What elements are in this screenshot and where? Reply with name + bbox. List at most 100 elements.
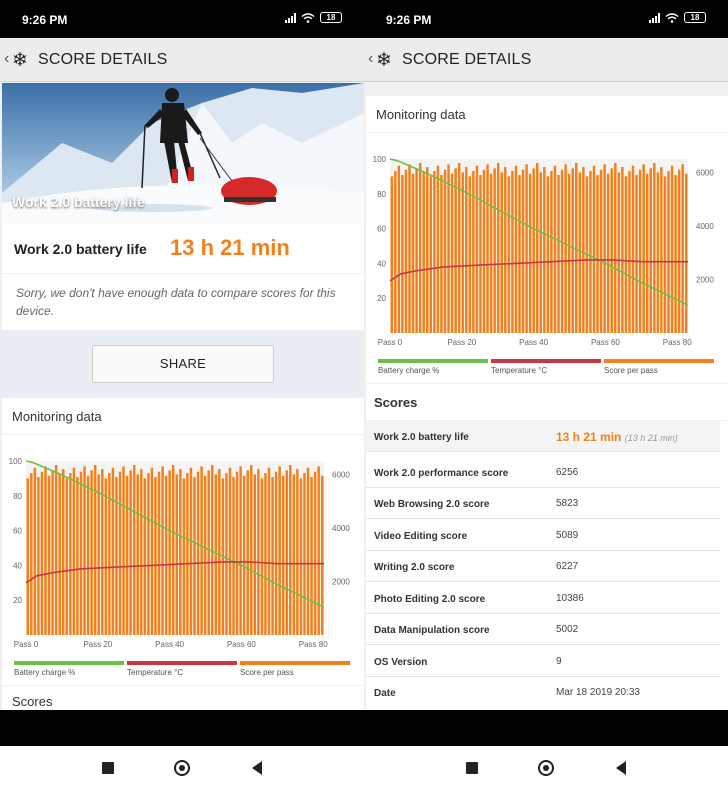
legend-label: Score per pass: [240, 668, 294, 677]
score-bar: [489, 173, 493, 333]
hero-image: Work 2.0 battery life: [2, 83, 364, 223]
wifi-icon: [665, 12, 679, 23]
score-bar: [511, 171, 514, 333]
score-bar: [292, 474, 296, 635]
home-circle-icon[interactable]: [538, 760, 554, 776]
score-bar: [200, 466, 203, 635]
score-bar: [670, 165, 674, 333]
score-bar: [677, 169, 681, 333]
score-row: Date Mar 18 2019 20:33: [366, 677, 720, 708]
score-bar: [154, 477, 157, 635]
score-bar: [426, 167, 429, 333]
score-bar: [599, 169, 603, 333]
scores-title: Scores: [12, 694, 53, 709]
score-bar: [147, 473, 150, 635]
back-chevron-icon[interactable]: ‹: [4, 50, 9, 68]
score-bar: [493, 168, 496, 333]
recents-square-icon[interactable]: [466, 762, 478, 774]
score-bar: [642, 164, 645, 333]
status-bar: 9:26 PM 18: [0, 0, 364, 38]
recents-square-icon[interactable]: [102, 762, 114, 774]
system-nav-bar: [0, 710, 728, 790]
page-title: SCORE DETAILS: [38, 51, 168, 68]
score-bar: [271, 477, 274, 635]
score-bar: [189, 467, 193, 635]
legend-swatch: [240, 661, 350, 665]
score-bar: [603, 164, 606, 333]
score-bar: [168, 470, 171, 635]
scores-header: Scores: [366, 384, 728, 420]
score-bar: [394, 171, 397, 333]
y-right-tick: 6000: [696, 168, 714, 177]
battery-icon: 18: [320, 12, 342, 23]
score-bar: [175, 474, 179, 635]
compare-note-card: Sorry, we don't have enough data to comp…: [2, 274, 364, 330]
score-bar: [504, 167, 507, 333]
score-bar: [111, 467, 115, 635]
scores-table: Work 2.0 battery life 13 h 21 min (13 h …: [366, 421, 728, 710]
score-key: Video Editing score: [374, 531, 468, 542]
y-right-tick: 2000: [332, 577, 350, 586]
score-value: 13 h 21 min (13 h 21 min): [556, 430, 678, 444]
status-icons: 18: [649, 12, 706, 23]
score-bar: [161, 466, 164, 635]
score-bar: [44, 466, 47, 635]
score-bar: [150, 467, 154, 635]
x-tick: Pass 60: [591, 338, 620, 347]
y-left-tick: 40: [13, 561, 22, 570]
score-bar: [610, 168, 613, 333]
score-bar: [450, 173, 454, 333]
score-bar: [72, 467, 76, 635]
y-right-tick: 2000: [696, 275, 714, 284]
score-bar: [310, 477, 313, 635]
score-value: 5089: [556, 530, 579, 541]
battery-life-label: Work 2.0 battery life: [14, 241, 147, 257]
score-bar: [37, 477, 40, 635]
score-bar: [567, 173, 571, 333]
compare-note: Sorry, we don't have enough data to comp…: [16, 286, 336, 318]
score-bar: [257, 469, 260, 635]
score-bar: [86, 475, 90, 635]
score-bar: [468, 176, 472, 333]
x-tick: Pass 40: [519, 338, 548, 347]
score-bar: [571, 168, 574, 333]
score-bar: [645, 173, 649, 333]
score-bar: [214, 474, 218, 635]
score-row: Video Editing score 5089: [366, 520, 720, 551]
y-left-tick: 60: [13, 527, 22, 536]
score-bar: [132, 465, 136, 635]
back-triangle-icon[interactable]: [616, 761, 626, 775]
back-triangle-icon[interactable]: [252, 761, 262, 775]
status-time: 9:26 PM: [22, 13, 68, 27]
score-bar: [401, 175, 404, 333]
score-bar: [390, 176, 394, 333]
score-bar: [140, 469, 143, 635]
app-bar: ‹ ❄ SCORE DETAILS: [0, 38, 364, 82]
score-bar: [104, 478, 108, 635]
score-bar: [186, 473, 189, 635]
share-button[interactable]: SHARE: [92, 345, 274, 383]
score-bar: [681, 164, 684, 333]
score-bar: [454, 168, 457, 333]
score-bar: [528, 173, 532, 333]
score-bar: [578, 172, 582, 333]
score-bar: [617, 172, 621, 333]
score-bar: [299, 478, 303, 635]
score-bar: [475, 165, 479, 333]
score-bar: [653, 163, 656, 333]
back-chevron-icon[interactable]: ‹: [368, 50, 373, 68]
score-value: 9: [556, 656, 562, 667]
score-bar: [518, 175, 521, 333]
score-bar: [582, 167, 585, 333]
score-bar: [62, 469, 65, 635]
score-bar: [207, 470, 210, 635]
score-bar: [69, 473, 72, 635]
score-bar: [663, 176, 667, 333]
score-bar: [164, 475, 168, 635]
nav-black-strip: [0, 710, 728, 746]
score-key: Photo Editing 2.0 score: [374, 594, 486, 605]
score-value: Mar 18 2019 20:33: [556, 687, 640, 698]
home-circle-icon[interactable]: [174, 760, 190, 776]
score-bar: [606, 173, 610, 333]
score-bar: [193, 477, 196, 635]
